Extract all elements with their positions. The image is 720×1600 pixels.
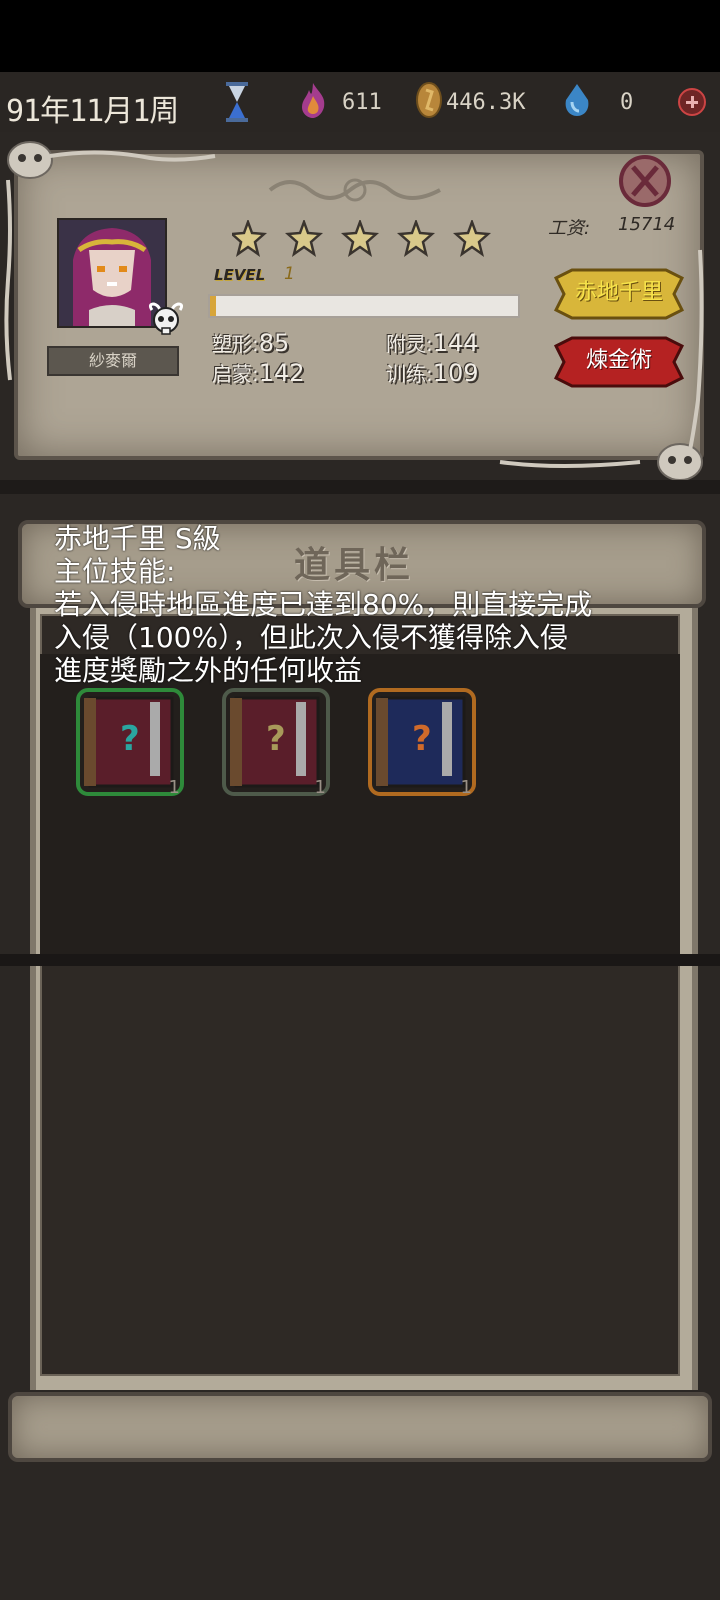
hourglass-icon[interactable] — [224, 80, 250, 124]
tooltip-skill-type: 主位技能: — [54, 555, 176, 588]
game-date: 91年11月1周 — [6, 94, 179, 129]
experience-fill — [210, 296, 217, 316]
stat-shape: 塑形:85 — [212, 329, 290, 357]
tooltip-description-line: 進度獎勵之外的任何收益 — [54, 654, 363, 687]
inventory-scroll-footer — [8, 1392, 712, 1462]
star-icon — [340, 220, 380, 257]
system-status-bar — [0, 0, 720, 72]
star-icon — [232, 220, 268, 257]
salary-value: 15714 — [618, 214, 676, 235]
inventory-item[interactable]: ? 1 — [364, 684, 480, 800]
close-seal-icon[interactable] — [616, 152, 674, 210]
character-name: 紗麥爾 — [47, 346, 179, 376]
stat-train: 训练:109 — [386, 359, 479, 387]
inventory-item[interactable]: ? 1 — [218, 684, 334, 800]
gem-count: 0 — [620, 90, 634, 115]
coin-count: 446.3K — [446, 90, 526, 115]
coin-icon — [416, 82, 442, 118]
flame-count: 611 — [342, 90, 382, 115]
svg-text:?: ? — [266, 719, 286, 759]
alchemy-button[interactable]: 煉金術 — [552, 332, 686, 392]
skill-button[interactable]: 赤地千里 — [552, 264, 686, 324]
svg-text:?: ? — [120, 719, 140, 759]
star-icon — [284, 220, 324, 257]
ram-skull-icon — [148, 302, 184, 335]
panel-divider — [0, 954, 720, 966]
stat-enlighten: 启蒙:142 — [212, 359, 305, 387]
stat-spirit: 附灵:144 — [386, 329, 479, 357]
scroll-ornament-icon — [268, 178, 441, 202]
inventory-item[interactable]: ? 1 — [72, 684, 188, 800]
level-label: LEVEL — [214, 266, 266, 284]
experience-bar — [208, 294, 520, 318]
salary-label: 工资: — [548, 218, 591, 239]
rarity-stars — [232, 220, 492, 257]
section-divider — [0, 480, 720, 494]
flame-icon — [302, 83, 325, 118]
skill-tooltip: 赤地千里 S級 主位技能: 若入侵時地區進度已達到80%，則直接完成 入侵（10… — [54, 522, 694, 687]
resource-bar: 91年11月1周 611 446.3K 0 — [0, 72, 720, 132]
add-gem-button[interactable] — [678, 88, 706, 116]
tooltip-description-line: 若入侵時地區進度已達到80%，則直接完成 — [54, 588, 593, 621]
tooltip-description-line: 入侵（100%），但此次入侵不獲得除入侵 — [54, 621, 569, 654]
water-gem-icon — [565, 84, 589, 116]
star-icon — [396, 220, 436, 257]
star-icon — [452, 220, 492, 257]
level-value: 1 — [284, 264, 295, 284]
tooltip-skill-name: 赤地千里 S級 — [54, 522, 221, 555]
svg-text:?: ? — [412, 719, 432, 759]
